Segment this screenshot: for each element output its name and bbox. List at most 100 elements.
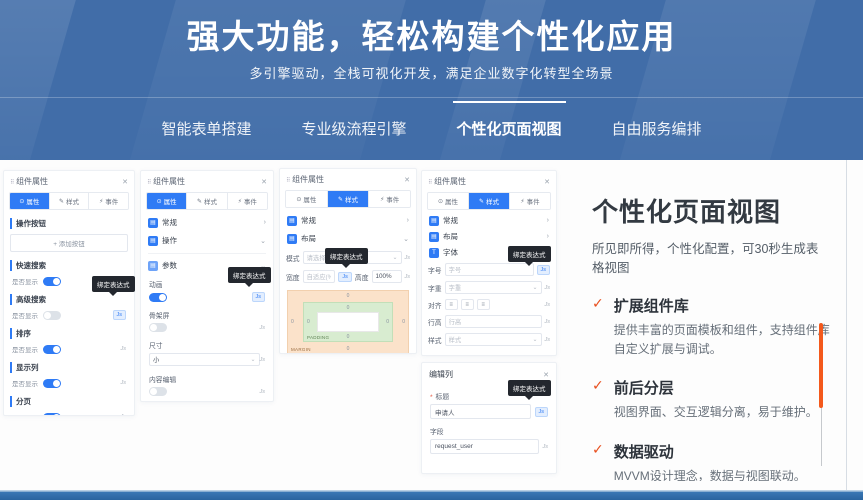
close-icon[interactable]: ✕ xyxy=(122,178,128,186)
font-weight-row: 字重 字重 ⌄ Js xyxy=(428,281,550,294)
pagination-toggle[interactable] xyxy=(43,413,61,417)
js-bind-icon[interactable]: Js xyxy=(537,265,551,275)
panel-title: 组件属性 xyxy=(428,176,466,187)
advanced-search-toggle[interactable] xyxy=(43,311,61,320)
align-right-button[interactable]: ≡ xyxy=(477,299,490,310)
collapse-row-operation[interactable]: ▤ 操作 ⌄ xyxy=(148,235,266,246)
field-input[interactable]: request_user xyxy=(430,439,539,454)
hero-subtitle: 多引擎驱动，全栈可视化开发，满足企业数字化转型全场景 xyxy=(0,63,863,82)
close-icon[interactable]: ✕ xyxy=(261,178,267,186)
collapse-row-general[interactable]: ▤ 常规 › xyxy=(148,217,266,228)
size-select[interactable]: 小⌄ xyxy=(149,353,260,366)
js-bind-icon[interactable]: Js xyxy=(121,346,127,352)
margin-top-value: 0 xyxy=(347,293,350,299)
tab-style[interactable]: ✎样式 xyxy=(50,193,90,209)
align-left-button[interactable]: ≡ xyxy=(445,299,458,310)
tab-label: 样式 xyxy=(486,196,499,206)
input-placeholder: 字号 xyxy=(449,265,462,274)
skeleton-toggle[interactable] xyxy=(149,323,167,332)
bind-expression-tooltip: 绑定表达式 xyxy=(325,248,368,264)
js-bind-icon[interactable]: Js xyxy=(113,310,127,320)
tab-attributes[interactable]: ⊙属性 xyxy=(286,191,328,207)
collapse-row-layout[interactable]: ▤ 布局 ⌄ xyxy=(287,233,409,244)
check-icon: ✓ xyxy=(592,295,604,358)
collapse-row-layout[interactable]: ▤ 布局 › xyxy=(429,231,549,242)
js-bind-icon[interactable]: Js xyxy=(405,255,411,261)
sort-toggle[interactable] xyxy=(43,345,61,354)
select-row: 小⌄ Js xyxy=(149,353,265,366)
align-center-button[interactable]: ≡ xyxy=(461,299,474,310)
tab-attributes[interactable]: ⊙属性 xyxy=(428,193,469,209)
toggle-row: 是否显示 Js xyxy=(12,412,126,416)
js-bind-icon[interactable]: Js xyxy=(545,319,551,325)
js-bind-icon[interactable]: Js xyxy=(338,272,352,282)
tab-style[interactable]: ✎样式 xyxy=(469,193,510,209)
js-bind-icon[interactable]: Js xyxy=(545,337,551,343)
subsection-label: 参数 xyxy=(162,260,177,271)
js-bind-icon[interactable]: Js xyxy=(252,292,266,302)
feature-desc: 视图界面、交互逻辑分离，易于维护。 xyxy=(614,403,818,422)
quick-search-toggle[interactable] xyxy=(43,277,61,286)
tab-style[interactable]: ✎样式 xyxy=(187,193,227,209)
animation-toggle[interactable] xyxy=(149,293,167,302)
font-weight-select[interactable]: 字重 ⌄ xyxy=(445,281,542,294)
js-bind-icon[interactable]: Js xyxy=(543,444,549,450)
tab-label: 样式 xyxy=(66,196,79,206)
hero-divider-line xyxy=(0,97,863,98)
js-bind-icon[interactable]: Js xyxy=(260,389,266,395)
title-input[interactable]: 申请人 xyxy=(430,404,531,419)
height-input[interactable]: 100% xyxy=(372,270,402,283)
caret-down-icon: ⌄ xyxy=(532,284,537,291)
panel-title: 组件属性 xyxy=(10,176,48,187)
js-bind-icon[interactable]: Js xyxy=(260,325,266,331)
display-columns-toggle[interactable] xyxy=(43,379,61,388)
js-bind-icon[interactable]: Js xyxy=(260,357,266,363)
size-field-row: 宽度 自适应(%) Js 高度 100% Js xyxy=(286,270,410,283)
bottom-bar xyxy=(0,490,863,500)
tab-events[interactable]: ⚡事件 xyxy=(369,191,410,207)
box-icon: ▤ xyxy=(429,232,439,242)
collapse-row-general[interactable]: ▤ 常规 › xyxy=(429,215,549,226)
collapse-row-general[interactable]: ▤ 常规 › xyxy=(287,215,409,226)
js-bind-icon[interactable]: Js xyxy=(535,407,549,417)
content-edit-toggle[interactable] xyxy=(149,387,167,396)
add-button[interactable]: + 添加按钮 xyxy=(10,234,128,252)
tab-service-orchestration[interactable]: 自由服务编排 xyxy=(610,116,704,141)
js-bind-icon[interactable]: Js xyxy=(121,414,127,416)
hero-banner: 强大功能，轻松构建个性化应用 多引擎驱动，全栈可视化开发，满足企业数字化转型全场… xyxy=(0,0,863,160)
close-icon[interactable]: ✕ xyxy=(404,176,410,184)
font-style-select[interactable]: 样式⌄ xyxy=(445,333,542,346)
section-display-columns: 显示列 xyxy=(10,362,128,373)
section-action-buttons: 操作按钮 xyxy=(10,218,128,229)
line-height-input[interactable]: 行高 xyxy=(445,315,542,328)
font-size-input[interactable]: 字号 xyxy=(445,263,534,276)
tab-smart-form[interactable]: 智能表单搭建 xyxy=(159,116,253,141)
tab-style[interactable]: ✎样式 xyxy=(328,191,370,207)
tab-events[interactable]: ⚡事件 xyxy=(89,193,128,209)
section-pagination: 分页 xyxy=(10,396,128,407)
tab-label: 属性 xyxy=(303,194,316,204)
tab-process-engine[interactable]: 专业级流程引擎 xyxy=(299,116,408,141)
field-label: 行高 xyxy=(428,317,442,327)
tab-attributes[interactable]: ⊙属性 xyxy=(10,193,50,209)
js-bind-icon[interactable]: Js xyxy=(545,302,551,308)
close-icon[interactable]: ✕ xyxy=(543,371,549,379)
panel-tabs: ⊙属性 ✎样式 ⚡事件 xyxy=(427,192,551,210)
hero-tabs: 智能表单搭建 专业级流程引擎 个性化页面视图 自由服务编排 xyxy=(0,116,863,141)
js-bind-icon[interactable]: Js xyxy=(405,274,411,280)
js-bind-icon[interactable]: Js xyxy=(545,285,551,291)
close-icon[interactable]: ✕ xyxy=(544,178,550,186)
padding-left-value: 0 xyxy=(307,319,310,325)
feature-item-layering: ✓ 前后分层 视图界面、交互逻辑分离，易于维护。 xyxy=(592,377,830,422)
tab-page-view[interactable]: 个性化页面视图 xyxy=(455,116,564,141)
panel-title: 组件属性 xyxy=(286,174,324,185)
select-placeholder: 字重 xyxy=(449,283,462,292)
gear-icon: ⊙ xyxy=(157,198,162,205)
tab-events[interactable]: ⚡事件 xyxy=(510,193,550,209)
check-icon: ✓ xyxy=(592,377,604,422)
tab-events[interactable]: ⚡事件 xyxy=(228,193,267,209)
width-input[interactable]: 自适应(%) xyxy=(303,270,336,283)
tab-attributes[interactable]: ⊙属性 xyxy=(147,193,187,209)
scrollbar-thumb[interactable] xyxy=(819,323,823,408)
js-bind-icon[interactable]: Js xyxy=(121,380,127,386)
